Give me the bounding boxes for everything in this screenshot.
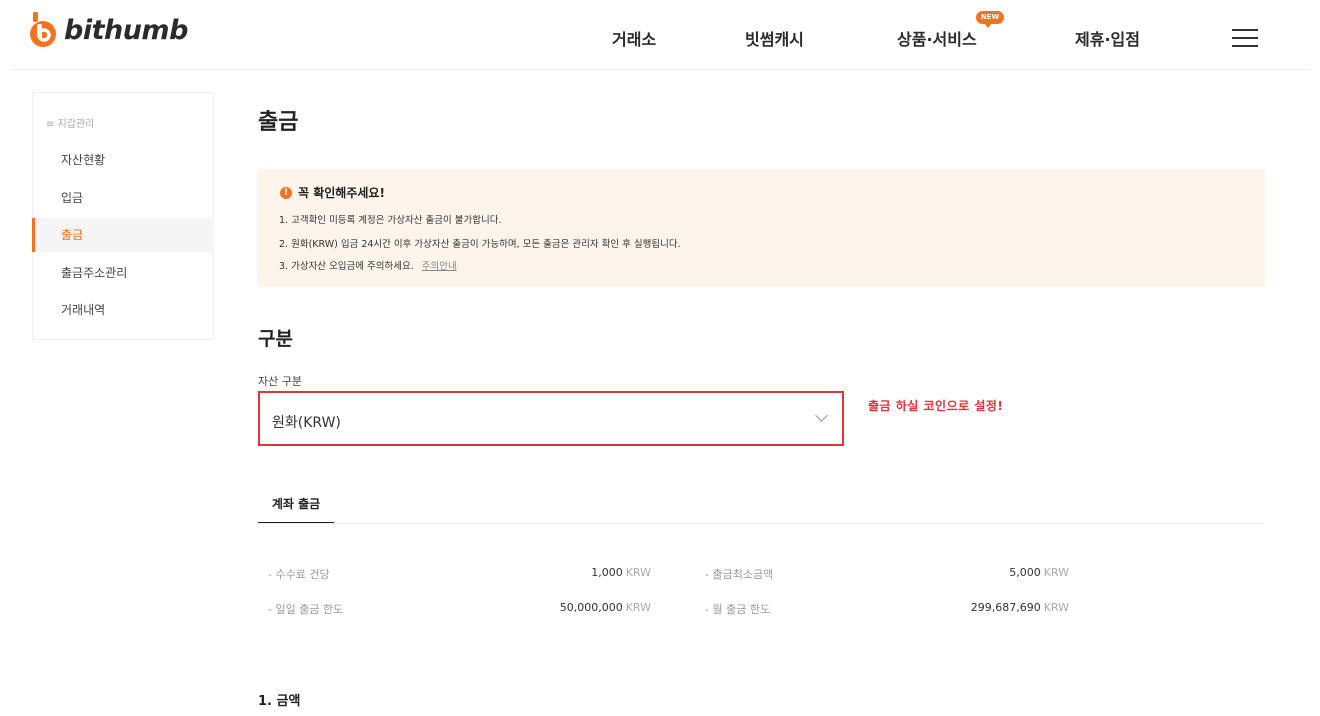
bithumb-logo[interactable]: bithumb	[28, 10, 188, 50]
menu-icon[interactable]	[1232, 29, 1258, 47]
sidebar-item-deposit[interactable]: 입금	[33, 181, 214, 215]
notice-box: ! 꼭 확인해주세요! 1. 고객확인 미등록 계정은 가상자산 출금이 불가합…	[257, 169, 1265, 287]
new-badge: NEW	[976, 11, 1004, 28]
top-header: bithumb 거래소 빗썸캐시 상품·서비스 NEW 제휴·입점	[0, 0, 1320, 70]
tab-divider	[258, 523, 1265, 524]
asset-type-select[interactable]: 원화(KRW)	[258, 391, 844, 446]
monthly-limit-unit: KRW	[1043, 601, 1069, 614]
nav-partnership[interactable]: 제휴·입점	[1075, 26, 1140, 50]
min-withdraw-amount: 5,000	[1009, 566, 1041, 579]
daily-limit-amount: 50,000,000	[559, 601, 623, 614]
sidebar-item-withdraw[interactable]: 출금	[32, 218, 214, 252]
daily-limit-unit: KRW	[625, 601, 651, 614]
caution-guide-link[interactable]: 주의안내	[422, 261, 457, 272]
daily-limit-value: 50,000,000 KRW	[560, 601, 651, 614]
nav-bithumb-cash[interactable]: 빗썸캐시	[745, 26, 804, 50]
amount-section-title: 1. 금액	[258, 694, 301, 709]
sidebar-heading: ≡ 지갑관리	[46, 119, 95, 130]
daily-limit-label: - 일일 출금 한도	[268, 603, 344, 616]
tab-account-withdraw[interactable]: 계좌 출금	[258, 495, 334, 524]
sidebar-item-withdraw-address[interactable]: 출금주소관리	[33, 256, 214, 290]
notice-line-3-text: 3. 가상자산 오입금에 주의하세요.	[279, 261, 414, 272]
nav-products-services[interactable]: 상품·서비스	[897, 26, 977, 50]
notice-title: ! 꼭 확인해주세요!	[280, 184, 385, 201]
header-divider	[10, 69, 1310, 70]
page-title: 출금	[258, 110, 299, 135]
logo-text: bithumb	[64, 14, 188, 46]
monthly-limit-amount: 299,687,690	[970, 601, 1041, 614]
min-withdraw-value: 5,000 KRW	[1009, 566, 1069, 579]
notice-title-text: 꼭 확인해주세요!	[298, 186, 385, 200]
bithumb-logo-icon	[28, 12, 58, 48]
fee-unit: KRW	[625, 566, 651, 579]
fee-value: 1,000 KRW	[591, 566, 651, 579]
asset-type-label: 자산 구분	[258, 375, 302, 388]
chevron-down-icon	[815, 409, 828, 422]
asset-type-value: 원화(KRW)	[272, 415, 341, 431]
monthly-limit-value: 299,687,690 KRW	[971, 601, 1069, 614]
fee-amount: 1,000	[591, 566, 623, 579]
monthly-limit-label: - 월 출금 한도	[705, 603, 771, 616]
min-withdraw-label: - 출금최소금액	[705, 568, 774, 581]
wallet-sidebar: ≡ 지갑관리 자산현황 입금 출금 출금주소관리 거래내역	[32, 92, 214, 340]
sidebar-item-assets[interactable]: 자산현황	[33, 143, 214, 177]
nav-exchange[interactable]: 거래소	[612, 26, 656, 50]
notice-line-2: 2. 원화(KRW) 입금 24시간 이후 가상자산 출금이 가능하며, 모든 …	[279, 239, 681, 250]
notice-line-1: 1. 고객확인 미등록 계정은 가상자산 출금이 불가합니다.	[279, 215, 502, 226]
annotation-text: 출금 하실 코인으로 설정!	[868, 399, 1004, 413]
section-title: 구분	[258, 328, 293, 350]
notice-line-3: 3. 가상자산 오입금에 주의하세요. 주의안내	[279, 258, 457, 272]
min-withdraw-unit: KRW	[1043, 566, 1069, 579]
sidebar-item-history[interactable]: 거래내역	[33, 293, 214, 327]
fee-label: - 수수료 건당	[268, 568, 330, 581]
warning-icon: !	[280, 186, 292, 199]
